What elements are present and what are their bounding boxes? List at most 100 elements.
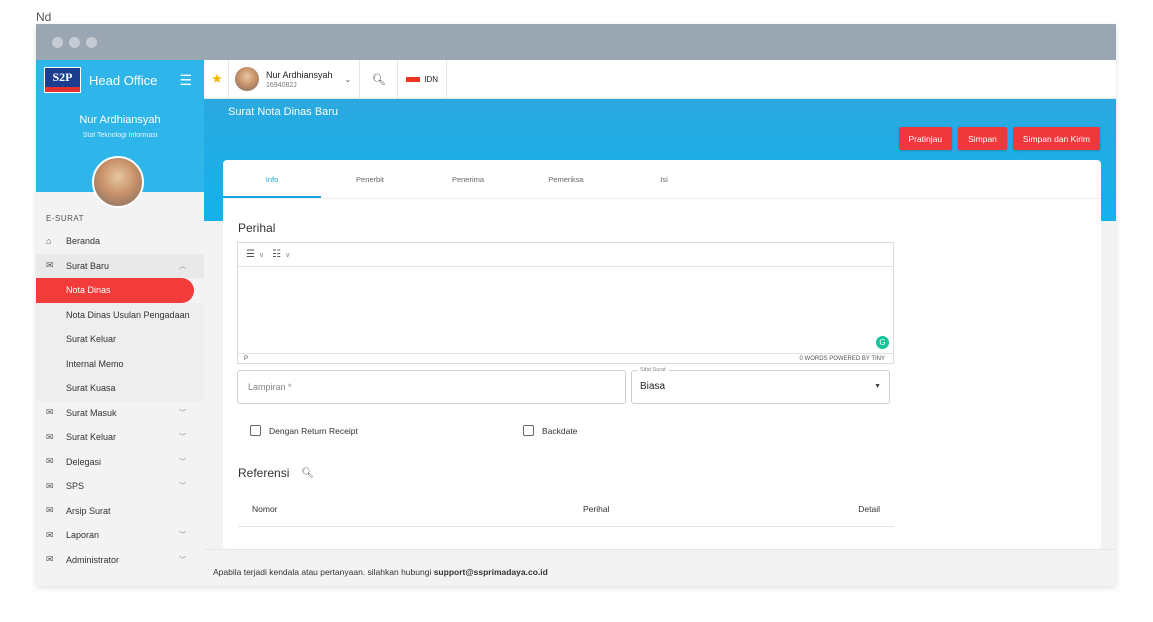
checkbox-box[interactable] [523,425,534,436]
form-card: Info Penerbit Penerima Pemeriksa Isi Per… [223,160,1101,549]
column-header-detail: Detail [858,504,880,514]
referensi-table-header: Nomor Perihal Detail [238,499,894,527]
sidebar-item-delegasi[interactable]: ✉ Delegasi ﹀ [36,450,204,475]
search-icon: 🔍︎ [371,73,386,86]
referensi-heading: Referensi 🔍︎ [238,466,315,480]
column-header-perihal: Perihal [583,504,610,514]
browser-window: S2P Head Office ☰ Nur Ardhiansyah Staf T… [36,24,1116,586]
window-minimize-dot[interactable] [69,36,80,48]
tab-isi[interactable]: Isi [615,160,713,198]
avatar [235,67,259,91]
chevron-up-icon: ︿ [179,262,186,270]
sidebar-item-laporan[interactable]: ✉ Laporan ﹀ [36,523,204,548]
footer: Apabila terjadi kendala atau pertanyaan.… [204,549,1116,586]
sidebar-subitem-surat-kuasa[interactable]: Surat Kuasa [36,376,204,401]
mail-icon: ✉ [46,529,54,540]
sifat-surat-value: Biasa [640,381,666,392]
sidebar-item-surat-baru[interactable]: ✉ Surat Baru ︿ [36,253,204,278]
sidebar-nav: ⌂ Beranda ✉ Surat Baru ︿ Nota Dinas Nota… [36,229,204,572]
rich-text-editor[interactable]: ☰ ∨ ☷ ∨ G P 0 WORDS POWERED BY TINY [237,242,894,364]
tab-pemeriksa[interactable]: Pemeriksa [517,160,615,198]
user-id: 1694082J [266,81,297,89]
chevron-down-icon: ﹀ [179,409,186,417]
chevron-down-icon: ﹀ [179,434,186,442]
main-content: Surat Nota Dinas Baru Pratinjau Simpan S… [204,99,1116,549]
mail-icon: ✉ [46,407,54,418]
sidebar-item-surat-keluar[interactable]: ✉ Surat Keluar ﹀ [36,425,204,450]
perihal-heading: Perihal [238,221,276,235]
menu-toggle-icon[interactable]: ☰ [179,72,192,89]
brand-title: Head Office [89,72,158,88]
grammarly-icon[interactable]: G [876,336,889,349]
dropdown-arrow-icon: ▼ [874,383,881,390]
profile-avatar[interactable] [92,156,144,208]
save-button[interactable]: Simpan [958,127,1007,150]
brand-bar: S2P Head Office ☰ [36,60,204,100]
editor-word-count: 0 WORDS POWERED BY TINY [799,355,885,362]
action-buttons: Pratinjau Simpan Simpan dan Kirim [898,127,1100,150]
column-header-nomor: Nomor [252,504,278,514]
chevron-down-icon[interactable]: ∨ [285,251,290,259]
sifat-surat-label: Sifat Surat [637,366,669,374]
tab-bar: Info Penerbit Penerima Pemeriksa Isi [223,160,1101,199]
mail-icon: ✉ [46,456,54,467]
tab-info[interactable]: Info [223,160,321,198]
star-icon[interactable]: ★ [206,71,228,87]
sifat-surat-select[interactable]: Sifat Surat Biasa ▼ [631,366,890,404]
tab-penerima[interactable]: Penerima [419,160,517,198]
mail-icon: ✉ [46,505,54,516]
return-receipt-checkbox[interactable]: Dengan Return Receipt [250,425,358,436]
mail-icon: ✉ [46,431,54,442]
sidebar-item-surat-masuk[interactable]: ✉ Surat Masuk ﹀ [36,401,204,426]
user-menu[interactable]: Nur Ardhiansyah 1694082J ⌄ [228,59,361,99]
chevron-down-icon: ﹀ [179,458,186,466]
mail-icon: ✉ [46,554,54,565]
home-icon: ⌂ [46,236,52,247]
backdate-checkbox[interactable]: Backdate [523,425,577,436]
preview-button[interactable]: Pratinjau [898,127,953,150]
search-button[interactable]: 🔍︎ [360,59,399,99]
sidebar-item-arsip-surat[interactable]: ✉ Arsip Surat [36,499,204,524]
lampiran-field[interactable]: Lampiran * [237,370,626,404]
save-and-send-button[interactable]: Simpan dan Kirim [1012,127,1100,150]
sidebar-subitem-nota-dinas[interactable]: Nota Dinas [36,278,194,303]
sidebar: S2P Head Office ☰ Nur Ardhiansyah Staf T… [36,60,204,586]
window-titlebar [36,24,1116,60]
chevron-down-icon: ﹀ [179,532,186,540]
tab-penerbit[interactable]: Penerbit [321,160,419,198]
profile-role: Staf Teknologi Informasi [82,132,158,139]
editor-path: P [244,355,249,362]
footer-text: Apabila terjadi kendala atau pertanyaan.… [213,567,434,577]
chevron-down-icon: ﹀ [179,556,186,564]
window-maximize-dot[interactable] [86,36,97,48]
numbered-list-icon[interactable]: ☷ [272,249,281,260]
page-title: Surat Nota Dinas Baru [228,106,339,118]
sidebar-subitem-nota-dinas-usulan[interactable]: Nota Dinas Usulan Pengadaan [36,302,204,327]
company-logo[interactable]: S2P [44,67,81,93]
sidebar-subitem-surat-keluar[interactable]: Surat Keluar [36,327,204,352]
chevron-down-icon[interactable]: ∨ [259,251,264,259]
chevron-down-icon: ⌄ [344,74,352,84]
page-label: Nd [36,10,52,24]
sidebar-item-sps[interactable]: ✉ SPS ﹀ [36,474,204,499]
topbar: ★ Nur Ardhiansyah 1694082J ⌄ 🔍︎ IDN [204,59,1116,99]
sidebar-subitem-internal-memo[interactable]: Internal Memo [36,351,204,376]
mail-icon: ✉ [46,260,54,271]
section-label: E-SURAT [46,214,85,223]
support-email-link[interactable]: support@ssprimadaya.co.id [434,567,548,577]
user-name: Nur Ardhiansyah [266,69,333,80]
search-icon[interactable]: 🔍︎ [301,468,314,479]
profile-name: Nur Ardhiansyah [79,114,161,126]
window-close-dot[interactable] [52,36,63,48]
profile-panel: Nur Ardhiansyah Staf Teknologi Informasi [36,100,204,208]
editor-toolbar: ☰ ∨ ☷ ∨ [238,243,893,267]
chevron-down-icon: ﹀ [179,483,186,491]
sidebar-item-administrator[interactable]: ✉ Administrator ﹀ [36,548,204,573]
checkbox-box[interactable] [250,425,261,436]
sidebar-item-beranda[interactable]: ⌂ Beranda [36,229,204,254]
mail-icon: ✉ [46,480,54,491]
flag-icon [406,76,421,82]
editor-statusbar: P 0 WORDS POWERED BY TINY [238,353,893,363]
bullet-list-icon[interactable]: ☰ [246,249,255,260]
language-selector[interactable]: IDN [398,59,448,99]
